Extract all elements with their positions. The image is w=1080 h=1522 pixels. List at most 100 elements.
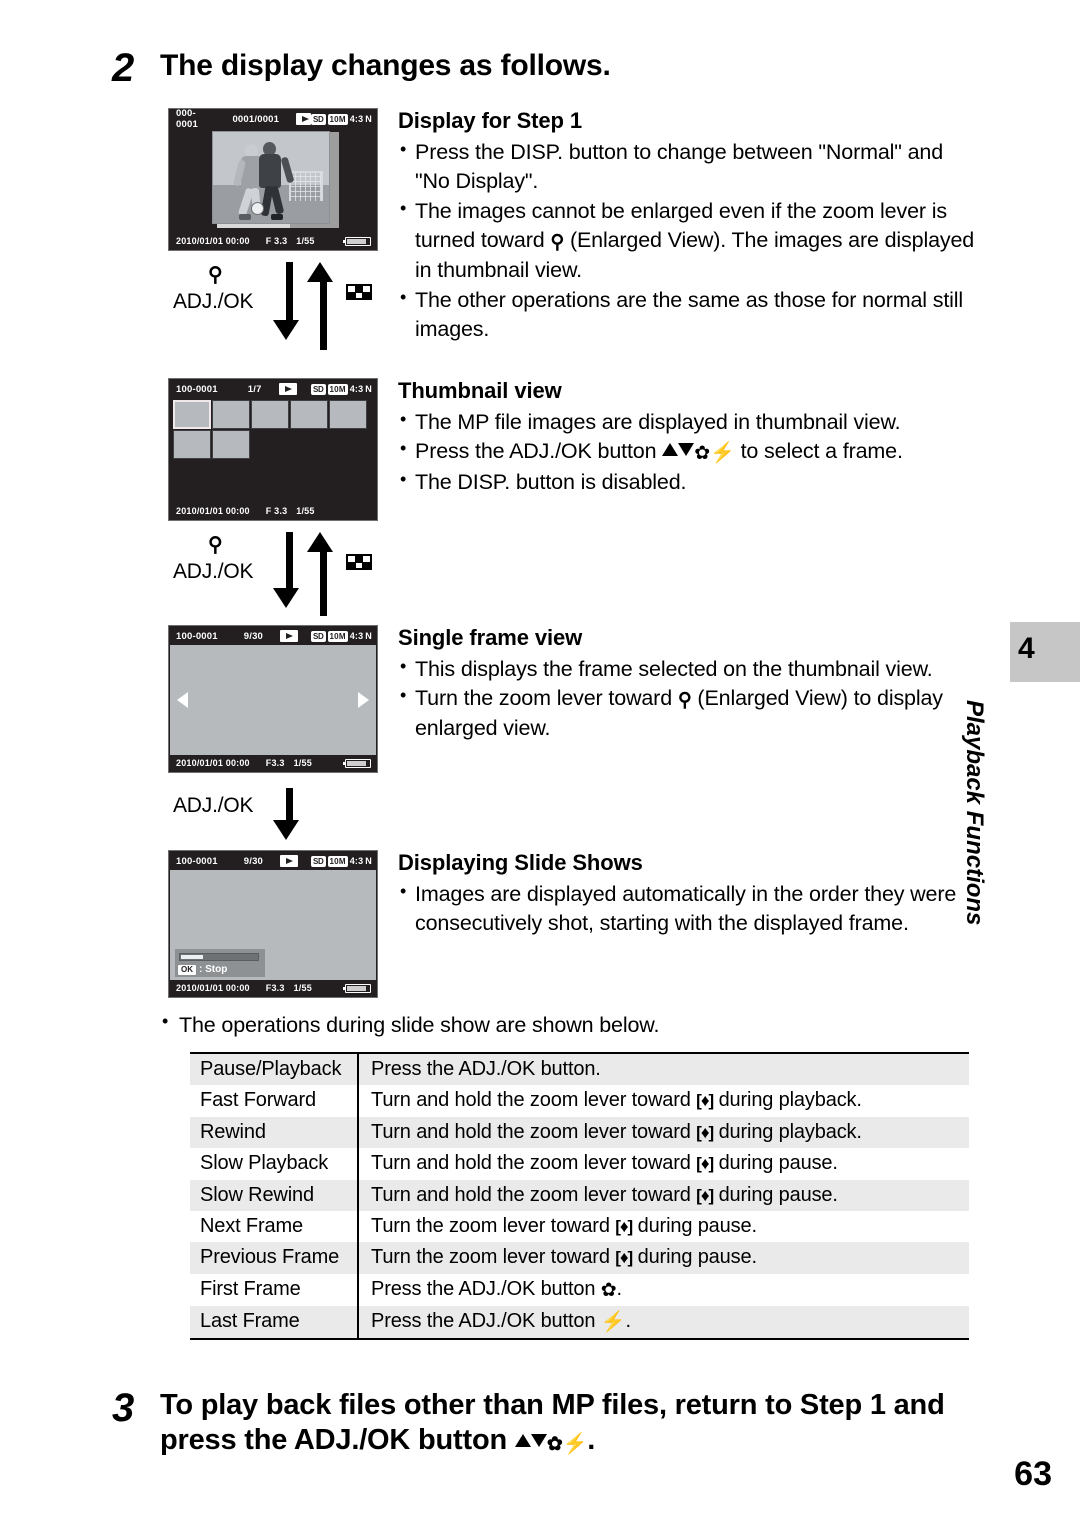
thumbnail-grid[interactable] [173,400,368,460]
arrow-down-icon [273,820,299,840]
sd-card-badge: SD [311,630,326,642]
camera-screen-step1: 000-0001 0001/0001 SD 10M 4:3 N 2010/01/… [168,108,378,251]
quality-label: N [365,114,372,124]
table-row: Slow Rewind Turn and hold the zoom lever… [190,1179,969,1211]
thumbnail-view-heading: Thumbnail view [398,378,562,403]
sd-card-badge: SD [311,855,326,867]
slideshow-control-overlay: OK : Stop [175,949,265,977]
arrow-down-shaft [286,788,293,824]
aspect-ratio-label: 4:3 [349,384,364,394]
camera-screen-slideshow: 100-0001 9/30 SD 10M 4:3 N OK : Stop 201… [168,850,378,998]
screen4-frame-counter: 9/30 [243,855,264,867]
bullet: Press the DISP. button to change between… [398,137,976,197]
chapter-name: Playback Functions [961,700,988,926]
image-size-badge: 10M [327,630,348,642]
magnifier-icon: ⚲ [677,690,692,712]
macro-icon: ✿ [600,1279,617,1301]
arrow-down-shaft [286,262,293,324]
flash-icon: ⚡ [710,442,735,465]
ops-key: Last Frame [190,1305,358,1340]
image-size-badge: 10M [327,383,348,395]
ops-key: Slow Playback [200,1152,329,1175]
arrow-up-icon [307,262,333,282]
quality-label: N [365,856,372,866]
ops-value: Press the ADJ./OK button ✿. [357,1273,969,1306]
section-single-frame-view: Single frame view This displays the fram… [398,625,976,744]
display-step1-heading: Display for Step 1 [398,108,583,133]
thumbnail-cell[interactable] [251,400,289,429]
ops-key: Pause/Playback [190,1053,358,1086]
bullet: The images cannot be enlarged even if th… [398,196,976,286]
screen1-status-bar: 000-0001 0001/0001 SD 10M 4:3 N [169,109,377,130]
lever-wide-icon: [♦] [696,1122,714,1142]
thumbnail-view-bullets: The MP file images are displayed in thum… [398,407,976,497]
thumbnail-row-2 [173,430,368,460]
arrow-up-shaft [320,282,327,350]
battery-icon [343,236,371,246]
section-display-for-step1: Display for Step 1 Press the DISP. butto… [398,108,976,345]
sd-card-badge: SD [311,113,326,125]
ops-value: Turn and hold the zoom lever toward [♦] … [357,1179,969,1211]
screen4-indicators: SD 10M 4:3 N [311,855,372,867]
battery-icon [343,983,371,993]
ok-button-chip: OK [178,964,196,975]
screen2-file-number: 100-0001 [176,383,218,395]
screen3-info-bar: 2010/01/01 00:00 F3.3 1/55 [169,754,377,772]
table-row: Previous Frame Turn the zoom lever towar… [190,1242,969,1274]
manual-page: 2 The display changes as follows. 000-00… [0,0,1080,1522]
step-3-number: 3 [112,1386,135,1430]
step-2-title: The display changes as follows. [160,49,611,82]
soccer-photo [212,131,340,230]
arrow-up-icon [307,532,333,552]
thumbnail-cell[interactable] [212,430,250,459]
table-row: Fast Forward Turn and hold the zoom leve… [190,1085,969,1117]
screen4-aperture: F3.3 [265,983,285,993]
table-row: Slow Playback Turn and hold the zoom lev… [190,1148,969,1180]
thumbnail-grid-icon [346,284,372,300]
ops-value: Press the ADJ./OK button ⚡. [357,1305,969,1340]
screen4-info-bar: 2010/01/01 00:00 F3.3 1/55 [169,979,377,997]
bullet: The MP file images are displayed in thum… [398,407,976,437]
arrow-down-icon [273,320,299,340]
connector-2-label: ADJ./OK [173,560,254,583]
play-icon [278,383,297,395]
screen3-aperture: F3.3 [265,758,285,768]
stop-label: : Stop [199,964,228,975]
previous-frame-arrow-icon[interactable] [177,692,188,708]
screen3-shutter: 1/55 [293,758,312,768]
aspect-ratio-label: 4:3 [349,114,364,124]
magnifier-icon: ⚲ [550,232,565,254]
arrow-down-shaft [286,532,293,592]
screen3-status-bar: 100-0001 9/30 SD 10M 4:3 N [169,626,377,646]
thumbnail-grid-icon [346,554,372,570]
thumbnail-cell[interactable] [212,400,250,429]
play-icon [296,113,311,125]
ops-table-lead: The operations during slide show are sho… [160,1011,990,1038]
screen1-indicators: SD 10M 4:3 N [311,113,372,125]
next-frame-arrow-icon[interactable] [358,692,369,708]
table-row: Pause/Playback Press the ADJ./OK button. [190,1053,969,1086]
thumbnail-cell[interactable] [290,400,328,429]
ops-key: Rewind [190,1116,358,1149]
lever-tele-icon: [♦] [615,1216,633,1236]
table-row: Next Frame Turn the zoom lever toward [♦… [190,1210,969,1243]
display-step1-bullets: Press the DISP. button to change between… [398,137,976,345]
thumbnail-cell[interactable] [173,430,211,459]
screen2-datetime: 2010/01/01 00:00 [176,506,250,516]
slideshow-operations-table: Pause/Playback Press the ADJ./OK button.… [190,1052,969,1341]
lever-wide-icon: [♦] [696,1185,714,1205]
ops-key: Next Frame [200,1214,303,1237]
single-frame-view-bullets: This displays the frame selected on the … [398,654,976,744]
slideshow-stop-hint: OK : Stop [178,964,227,975]
connector-2: ⚲ ADJ./OK [168,532,383,637]
screen1-frame-counter: 0001/0001 [232,113,280,125]
bullet: Turn the zoom lever toward ⚲ (Enlarged V… [398,683,976,743]
ops-key: Fast Forward [200,1089,317,1112]
thumbnail-cell[interactable] [329,400,367,429]
aspect-ratio-label: 4:3 [349,631,364,641]
thumbnail-cell-selected[interactable] [173,400,211,429]
lever-tele-icon: [♦] [696,1091,714,1111]
camera-screen-single-frame: 100-0001 9/30 SD 10M 4:3 N 2010/01/01 00… [168,625,378,773]
bullet: Press the ADJ./OK button ✿⚡ to select a … [398,436,976,467]
screen1-info-bar: 2010/01/01 00:00 F 3.3 1/55 [169,232,377,250]
